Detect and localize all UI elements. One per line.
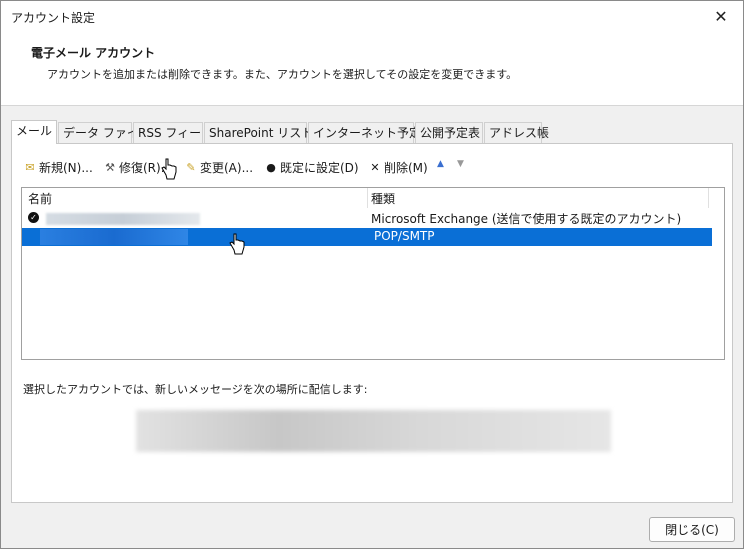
change-button[interactable]: ✎ 変更(A)... (184, 159, 253, 176)
header-title: 電子メール アカウント (31, 46, 156, 60)
close-icon[interactable]: ✕ (699, 1, 743, 31)
tab-published-calendars[interactable]: 公開予定表 (415, 122, 483, 143)
set-default-button-label: 既定に設定(D) (280, 161, 359, 175)
account-list[interactable]: 名前 種類 ✓ Microsoft Exchange (送信で使用する既定のアカ… (21, 187, 725, 360)
set-default-button[interactable]: ● 既定に設定(D) (264, 159, 359, 176)
change-button-label: 変更(A)... (200, 161, 254, 175)
new-account-icon: ✉ (25, 160, 35, 174)
move-up-icon[interactable]: ▲ (437, 159, 444, 169)
x-icon: ✕ (370, 160, 380, 174)
window-title: アカウント設定 (11, 11, 96, 25)
close-button[interactable]: 閉じる(C) (649, 517, 735, 542)
redacted-account-name (40, 229, 188, 245)
redacted-delivery-location (136, 410, 611, 452)
redacted-account-name (46, 213, 200, 225)
new-button[interactable]: ✉ 新規(N)... (23, 159, 93, 176)
new-button-label: 新規(N)... (39, 161, 93, 175)
tab-sharepoint-lists[interactable]: SharePoint リスト (204, 122, 313, 143)
change-icon: ✎ (186, 160, 196, 174)
list-item[interactable]: ✓ Microsoft Exchange (送信で使用する既定のアカウント) (22, 209, 712, 227)
column-header-name[interactable]: 名前 (28, 190, 52, 207)
account-type: Microsoft Exchange (送信で使用する既定のアカウント) (371, 212, 682, 226)
dialog-header: 電子メール アカウント アカウントを追加または削除できます。また、アカウントを選… (1, 31, 743, 106)
list-item-selected[interactable]: POP/SMTP (22, 228, 712, 246)
column-separator (708, 188, 709, 208)
column-header-type[interactable]: 種類 (371, 190, 395, 207)
column-separator (367, 188, 368, 208)
hand-cursor-icon (229, 233, 245, 255)
check-circle-icon: ● (266, 160, 276, 174)
remove-button-label: 削除(M) (384, 161, 428, 175)
tab-address-books[interactable]: アドレス帳 (484, 122, 549, 143)
move-down-icon[interactable]: ▼ (457, 159, 464, 169)
header-description: アカウントを追加または削除できます。また、アカウントを選択してその設定を変更でき… (47, 68, 518, 81)
tab-mail[interactable]: メール (11, 120, 57, 144)
account-settings-dialog: アカウント設定 ✕ 電子メール アカウント アカウントを追加または削除できます。… (0, 0, 744, 549)
wrench-icon: ⚒ (105, 160, 115, 174)
tab-internet-calendars[interactable]: インターネット予定表 (308, 122, 433, 143)
hand-cursor-icon (161, 158, 177, 180)
tab-data-files[interactable]: データ ファイル (58, 122, 151, 143)
delivery-label: 選択したアカウントでは、新しいメッセージを次の場所に配信します: (23, 383, 368, 396)
remove-button[interactable]: ✕ 削除(M) (368, 159, 428, 176)
title-bar: アカウント設定 ✕ (1, 1, 743, 31)
default-account-icon: ✓ (28, 212, 39, 223)
tab-rss-feeds[interactable]: RSS フィード (133, 122, 213, 143)
account-type: POP/SMTP (374, 229, 435, 243)
